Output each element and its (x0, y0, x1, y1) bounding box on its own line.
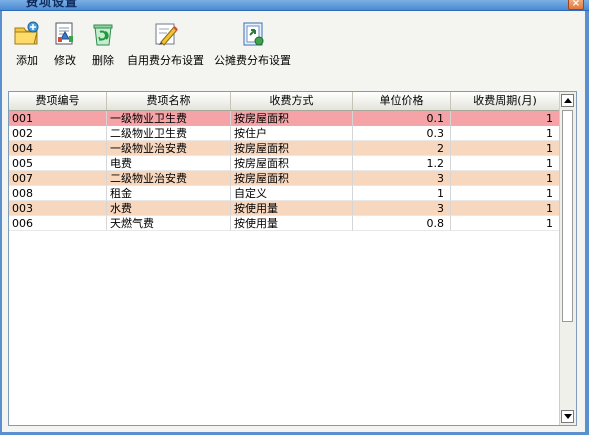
cell-name: 电费 (107, 156, 231, 171)
column-header-method[interactable]: 收费方式 (231, 92, 353, 110)
cell-period: 1 (451, 171, 560, 186)
cell-code: 004 (9, 141, 107, 156)
table-row[interactable]: 004 一级物业治安费 按房屋面积 2 1 (9, 141, 560, 156)
cell-name: 二级物业治安费 (107, 171, 231, 186)
window-title: 费项设置 (26, 0, 79, 9)
add-button-label: 添加 (16, 54, 38, 67)
cell-code: 002 (9, 126, 107, 141)
table-row[interactable]: 003 水费 按使用量 3 1 (9, 201, 560, 216)
cell-name: 一级物业卫生费 (107, 111, 231, 126)
table-row[interactable]: 006 天燃气费 按使用量 0.8 1 (9, 216, 560, 231)
cell-code: 006 (9, 216, 107, 231)
cell-method: 按使用量 (231, 201, 353, 216)
cell-name: 租金 (107, 186, 231, 201)
table-header: 费项编号 费项名称 收费方式 单位价格 收费周期(月) (9, 92, 560, 111)
cell-method: 按房屋面积 (231, 156, 353, 171)
pencil-ruler-icon (155, 23, 178, 46)
cell-period: 1 (451, 141, 560, 156)
close-button[interactable]: × (568, 0, 584, 10)
cell-name: 二级物业卫生费 (107, 126, 231, 141)
window-frame-left (0, 11, 2, 435)
fee-items-table: 费项编号 费项名称 收费方式 单位价格 收费周期(月) 001 一级物业卫生费 按房… (8, 91, 577, 426)
self-use-fee-distribution-button[interactable]: 自用费分布设置 (124, 20, 207, 80)
edit-document-icon (55, 22, 73, 45)
cell-price: 0.8 (353, 216, 451, 231)
column-header-period[interactable]: 收费周期(月) (451, 92, 560, 110)
column-header-code[interactable]: 费项编号 (9, 92, 107, 110)
cell-method: 按房屋面积 (231, 141, 353, 156)
table-row[interactable]: 007 二级物业治安费 按房屋面积 3 1 (9, 171, 560, 186)
cell-method: 自定义 (231, 186, 353, 201)
cell-name: 天燃气费 (107, 216, 231, 231)
cell-method: 按房屋面积 (231, 111, 353, 126)
title-bar[interactable]: 费项设置 × (0, 0, 589, 11)
table-row[interactable]: 001 一级物业卫生费 按房屋面积 0.1 1 (9, 111, 560, 126)
cell-name: 一级物业治安费 (107, 141, 231, 156)
fee-settings-window: 费项设置 × 添加 修改 删除 自用费分布设置 公摊费分布设置 费项编号 费项名… (0, 0, 589, 435)
cell-price: 1 (353, 186, 451, 201)
table-body: 001 一级物业卫生费 按房屋面积 0.1 1 002 二级物业卫生费 按住户 0.3 1 004 一… (9, 111, 560, 231)
share-export-icon (243, 22, 263, 46)
cell-name: 水费 (107, 201, 231, 216)
cell-period: 1 (451, 111, 560, 126)
cell-price: 0.3 (353, 126, 451, 141)
cell-price: 3 (353, 201, 451, 216)
cell-method: 按房屋面积 (231, 171, 353, 186)
cell-period: 1 (451, 216, 560, 231)
column-header-price[interactable]: 单位价格 (353, 92, 451, 110)
table-row[interactable]: 002 二级物业卫生费 按住户 0.3 1 (9, 126, 560, 141)
self-use-fee-distribution-label: 自用费分布设置 (127, 54, 204, 67)
window-frame-right (585, 11, 589, 435)
edit-button-label: 修改 (54, 54, 76, 67)
cell-code: 008 (9, 186, 107, 201)
folder-add-icon (14, 21, 39, 45)
edit-button[interactable]: 修改 (48, 20, 82, 80)
cell-period: 1 (451, 156, 560, 171)
cell-method: 按住户 (231, 126, 353, 141)
cell-price: 0.1 (353, 111, 451, 126)
scrollbar-thumb[interactable] (562, 110, 573, 322)
table-row[interactable]: 005 电费 按房屋面积 1.2 1 (9, 156, 560, 171)
cell-method: 按使用量 (231, 216, 353, 231)
shared-fee-distribution-button[interactable]: 公摊费分布设置 (211, 20, 294, 80)
cell-code: 003 (9, 201, 107, 216)
recycle-delete-icon (93, 24, 113, 46)
scroll-down-arrow-icon[interactable] (561, 410, 574, 423)
column-header-name[interactable]: 费项名称 (107, 92, 231, 110)
cell-price: 1.2 (353, 156, 451, 171)
cell-period: 1 (451, 126, 560, 141)
table-row[interactable]: 008 租金 自定义 1 1 (9, 186, 560, 201)
cell-code: 001 (9, 111, 107, 126)
cell-price: 2 (353, 141, 451, 156)
delete-button[interactable]: 删除 (86, 20, 120, 80)
toolbar: 添加 修改 删除 自用费分布设置 公摊费分布设置 (10, 20, 298, 80)
cell-code: 005 (9, 156, 107, 171)
vertical-scrollbar[interactable] (559, 92, 576, 425)
cell-period: 1 (451, 201, 560, 216)
delete-button-label: 删除 (92, 54, 114, 67)
cell-price: 3 (353, 171, 451, 186)
add-button[interactable]: 添加 (10, 20, 44, 80)
shared-fee-distribution-label: 公摊费分布设置 (214, 54, 291, 67)
scroll-up-arrow-icon[interactable] (561, 94, 574, 107)
cell-code: 007 (9, 171, 107, 186)
cell-period: 1 (451, 186, 560, 201)
